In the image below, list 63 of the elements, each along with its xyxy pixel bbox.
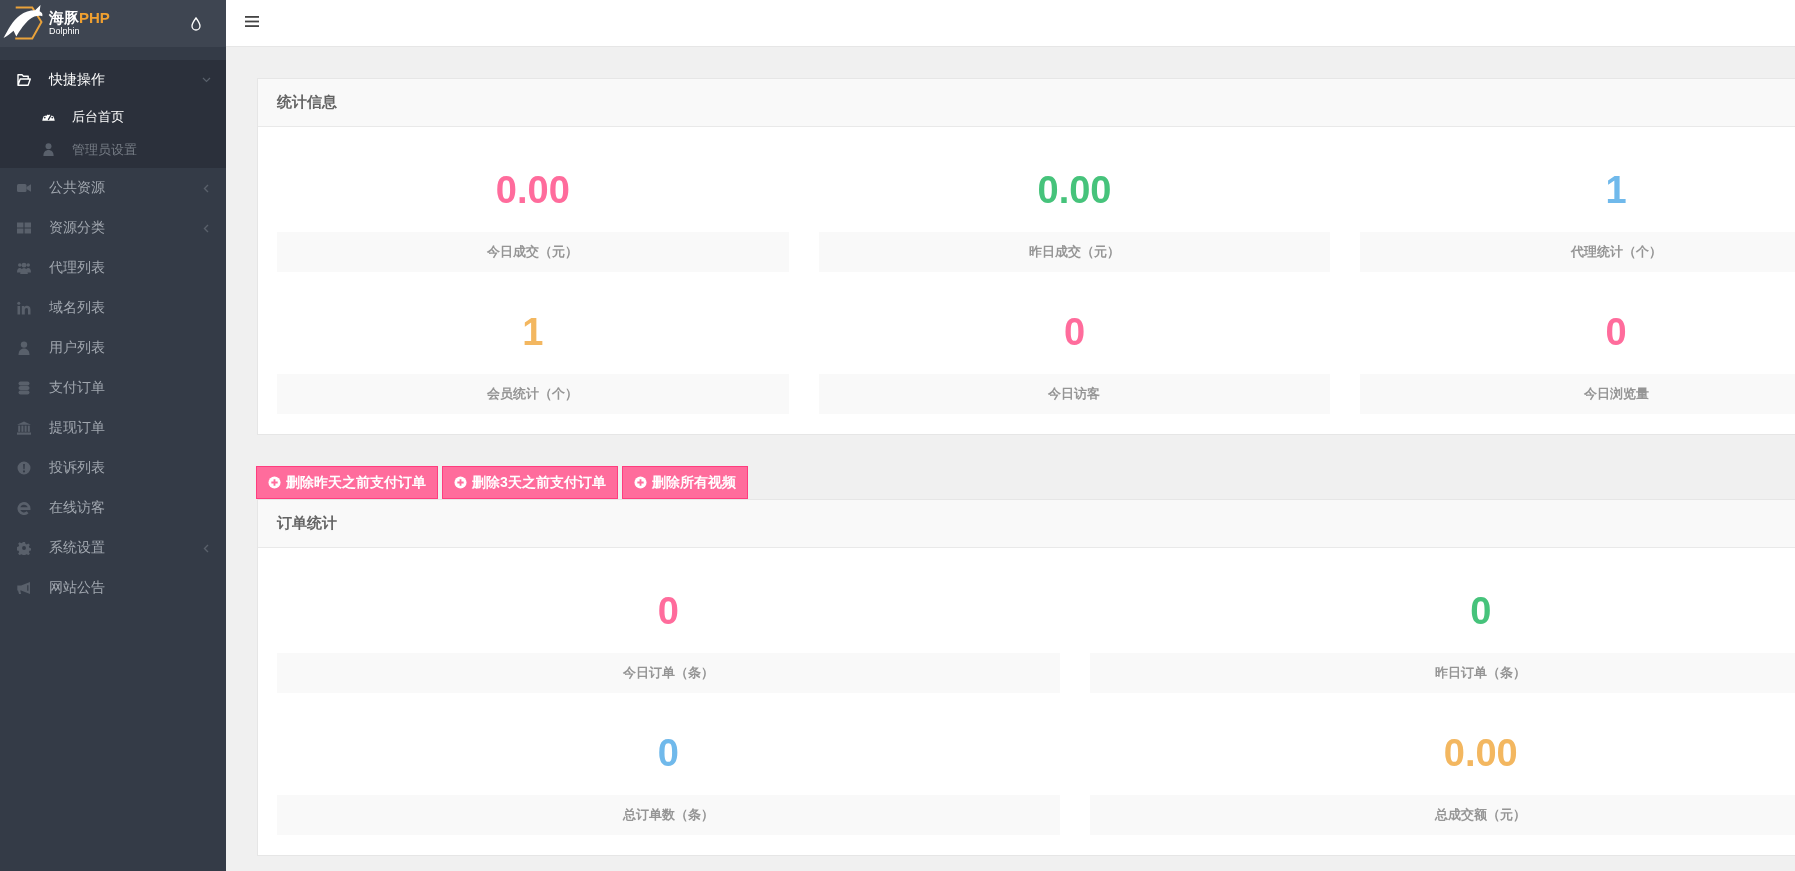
card-title: 订单统计 <box>277 514 337 533</box>
stat-value: 0 <box>657 589 679 634</box>
card-title: 统计信息 <box>277 93 337 112</box>
user-icon <box>42 143 55 156</box>
stat-label: 会员统计（个） <box>277 374 789 414</box>
sidebar-item[interactable]: 在线访客 <box>0 488 226 528</box>
chevron-down-icon <box>202 77 211 83</box>
sidebar-item[interactable]: 资源分类 <box>0 208 226 248</box>
sidebar-item[interactable]: 系统设置 <box>0 528 226 568</box>
sidebar-item[interactable]: 投诉列表 <box>0 448 226 488</box>
sidebar-item[interactable]: 快捷操作 <box>0 60 226 100</box>
sidebar-item[interactable]: 域名列表 <box>0 288 226 328</box>
stat-value: 0.00 <box>495 168 570 213</box>
stat-value: 0 <box>1470 589 1492 634</box>
stat-value: 1 <box>1605 168 1627 213</box>
users-icon <box>17 261 31 275</box>
in-logo-icon <box>17 301 31 315</box>
stat-label: 昨日成交（元） <box>818 232 1331 272</box>
stat-label: 今日浏览量 <box>1360 374 1795 414</box>
stat-value: 0 <box>1605 310 1627 355</box>
stat-label: 总订单数（条） <box>277 795 1060 835</box>
stat-value: 0 <box>657 731 679 776</box>
stat-value: 0.00 <box>1443 731 1518 776</box>
sidebar-item[interactable]: 代理列表 <box>0 248 226 288</box>
user-icon <box>17 341 31 355</box>
grid-icon <box>17 221 31 235</box>
e-logo-icon <box>17 501 31 515</box>
menu-icon[interactable] <box>245 16 259 27</box>
delete-button[interactable]: 删除所有视频 <box>621 466 748 499</box>
video-camera-icon <box>17 181 31 195</box>
folder-open-icon <box>17 73 31 87</box>
delete-button[interactable]: 删除3天之前支付订单 <box>442 466 618 499</box>
logo-title: 海豚PHP <box>49 9 110 26</box>
bank-icon <box>17 421 31 435</box>
logo-subtitle: Dolphin <box>49 25 81 36</box>
stat-label: 今日订单（条） <box>277 653 1060 693</box>
sidebar-item[interactable]: 公共资源 <box>0 168 226 208</box>
drop-icon[interactable] <box>191 16 201 31</box>
delete-button[interactable]: 删除昨天之前支付订单 <box>256 466 438 499</box>
settings-icon <box>17 541 31 555</box>
plus-circle-icon <box>454 476 467 489</box>
submenu-item[interactable]: 管理员设置 <box>0 133 226 166</box>
stat-label: 总成交额（元） <box>1089 795 1795 835</box>
stat-value: 1 <box>522 310 544 355</box>
stat-label: 今日访客 <box>818 374 1331 414</box>
plus-circle-icon <box>268 476 281 489</box>
dolphin-logo-icon <box>3 4 43 40</box>
stat-label: 昨日订单（条） <box>1089 653 1795 693</box>
sidebar-item[interactable]: 用户列表 <box>0 328 226 368</box>
database-icon <box>17 381 31 395</box>
chevron-left-icon <box>203 183 209 193</box>
sidebar-item[interactable]: 支付订单 <box>0 368 226 408</box>
stat-label: 今日成交（元） <box>277 232 789 272</box>
chevron-left-icon <box>203 543 209 553</box>
sidebar-item[interactable]: 网站公告 <box>0 568 226 608</box>
submenu-item[interactable]: 后台首页 <box>0 100 226 133</box>
chevron-left-icon <box>203 223 209 233</box>
sidebar-item[interactable]: 提现订单 <box>0 408 226 448</box>
stat-value: 0 <box>1063 310 1086 355</box>
stat-value: 0.00 <box>1037 168 1112 213</box>
megaphone-icon <box>17 581 31 595</box>
plus-circle-icon <box>633 476 647 489</box>
stat-label: 代理统计（个） <box>1360 232 1795 272</box>
